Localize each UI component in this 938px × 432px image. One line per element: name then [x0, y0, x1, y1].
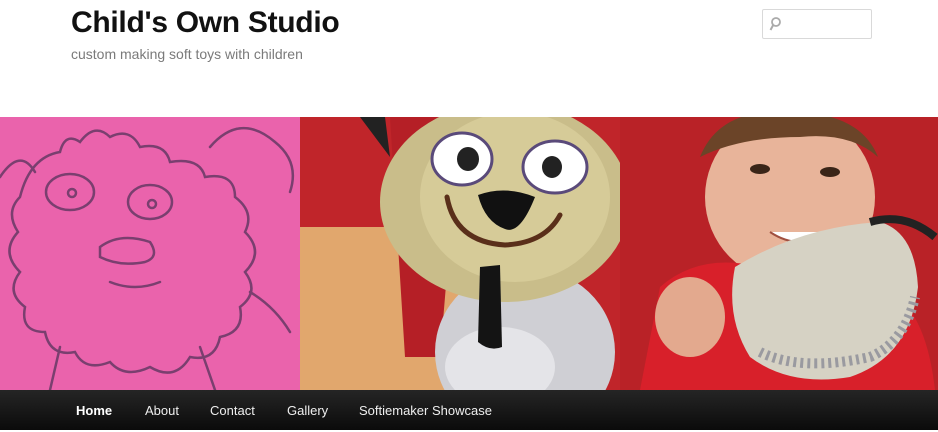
search-icon: [769, 17, 781, 31]
site-title[interactable]: Child's Own Studio: [71, 6, 340, 40]
boy-with-toy-image: [620, 117, 938, 390]
plush-toy-image: [300, 117, 630, 390]
main-nav: Home About Contact Gallery Softiemaker S…: [0, 390, 938, 430]
nav-item-softiemaker-showcase[interactable]: Softiemaker Showcase: [357, 390, 494, 430]
search-input[interactable]: [785, 10, 873, 40]
nav-item-home[interactable]: Home: [74, 390, 114, 430]
nav-item-gallery[interactable]: Gallery: [285, 390, 330, 430]
site-tagline: custom making soft toys with children: [71, 46, 303, 62]
search-box[interactable]: [762, 9, 873, 40]
nav-item-about[interactable]: About: [143, 390, 181, 430]
nav-item-contact[interactable]: Contact: [208, 390, 257, 430]
child-drawing-image: [0, 117, 300, 390]
header-banner: [0, 117, 938, 390]
